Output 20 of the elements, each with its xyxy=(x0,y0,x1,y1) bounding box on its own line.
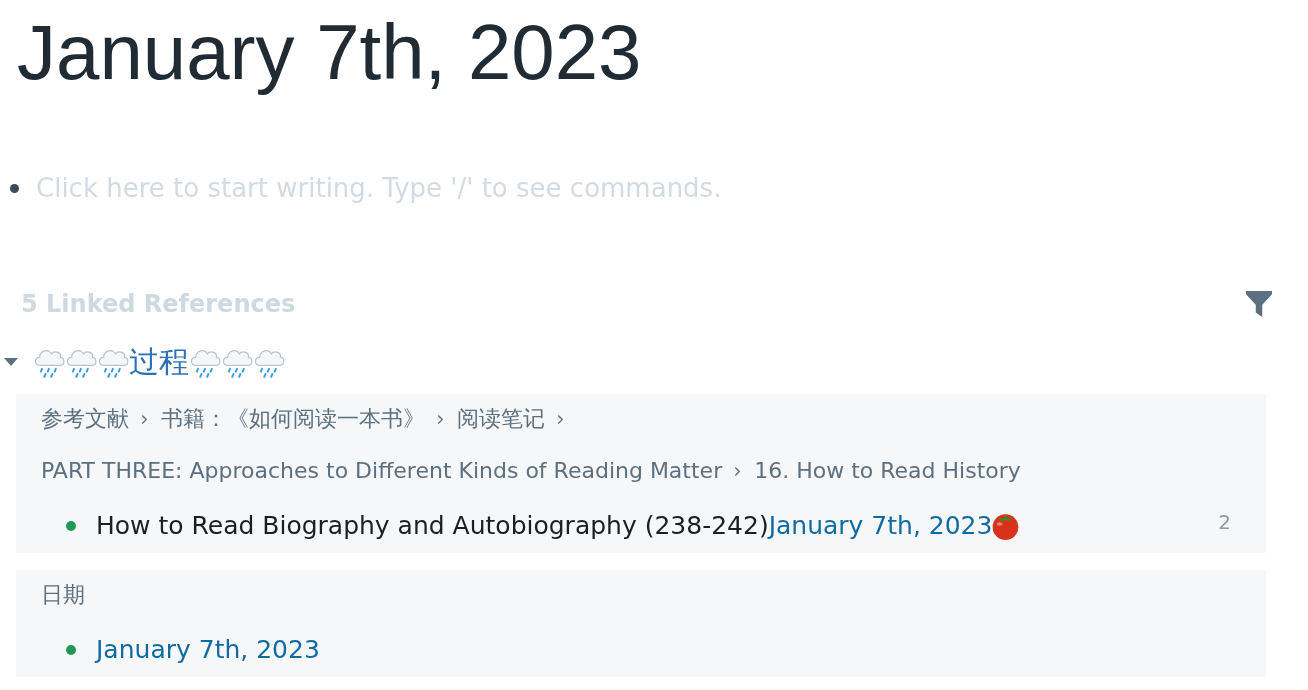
filter-icon[interactable] xyxy=(1246,291,1272,317)
chevron-icon xyxy=(557,413,564,425)
breadcrumb-link[interactable]: 参考文献 xyxy=(41,403,129,435)
chevron-icon xyxy=(437,413,444,425)
chevron-icon xyxy=(141,413,148,425)
reference-count: 2 xyxy=(1218,510,1231,534)
breadcrumb-link[interactable]: 日期 xyxy=(41,579,85,611)
tomato-icon xyxy=(992,512,1020,540)
breadcrumb-link[interactable]: 阅读笔记 xyxy=(457,403,545,435)
page-link[interactable]: January 7th, 2023 xyxy=(96,630,320,670)
page-link[interactable]: 过程 xyxy=(33,342,285,382)
breadcrumb-link[interactable]: PART THREE: Approaches to Different Kinds of Reading Matter xyxy=(41,455,723,487)
bullet-icon[interactable] xyxy=(66,645,76,655)
page-link[interactable]: January 7th, 2023 xyxy=(768,506,993,546)
bullet-icon[interactable] xyxy=(66,521,76,531)
breadcrumb-link[interactable]: 书籍：《如何阅读一本书》 xyxy=(161,403,425,435)
chevron-icon xyxy=(734,465,742,477)
breadcrumb-link[interactable]: 16. How to Read History xyxy=(754,455,1021,487)
page-title: January 7th, 2023 xyxy=(17,7,643,98)
bullet-icon xyxy=(10,183,19,193)
